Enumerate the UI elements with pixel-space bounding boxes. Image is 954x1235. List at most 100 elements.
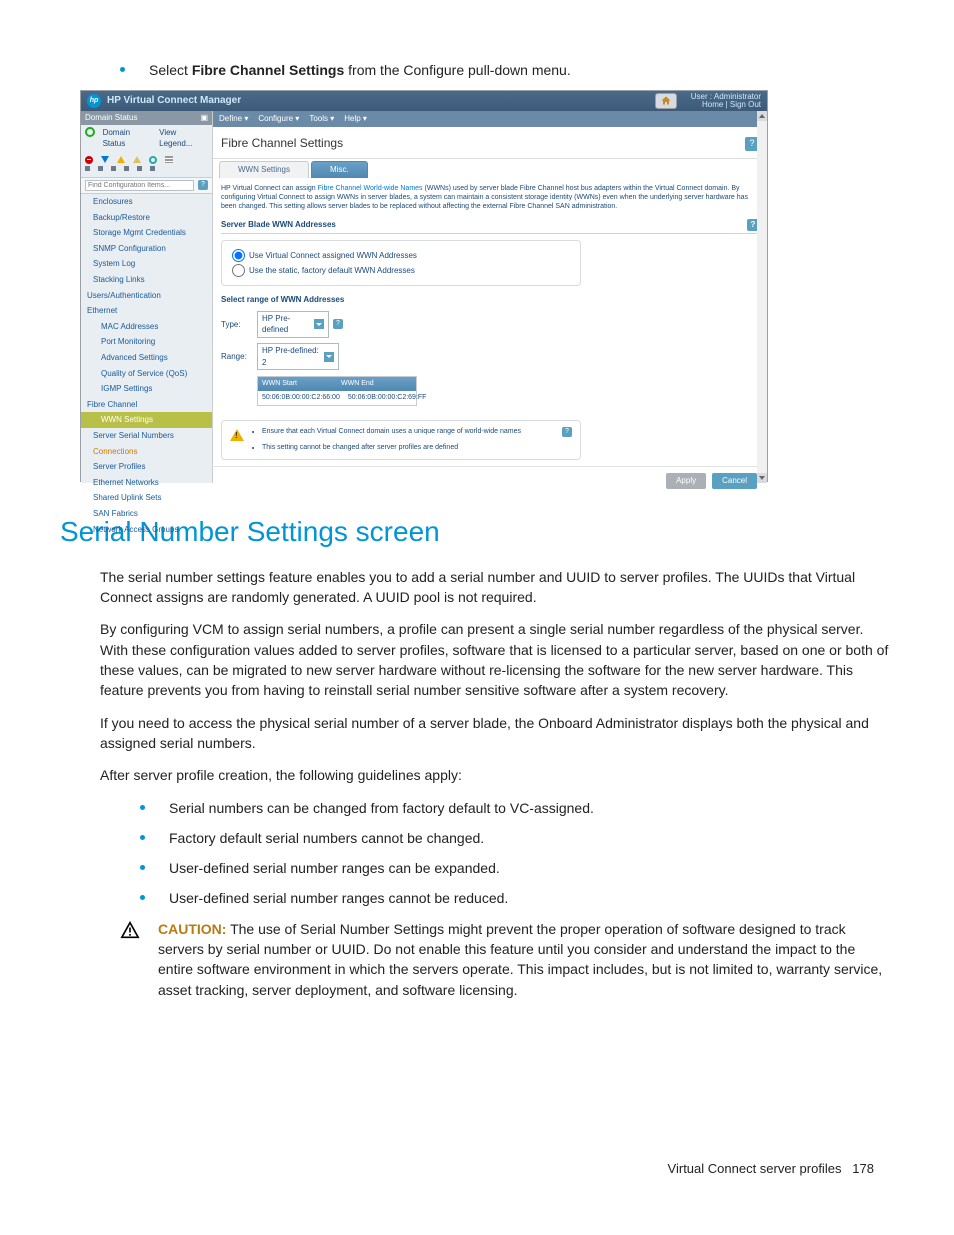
bullet-text: User-defined serial number ranges can be… <box>169 858 894 878</box>
range-select[interactable]: HP Pre-defined: 2 <box>257 343 339 370</box>
paragraph: After server profile creation, the follo… <box>100 765 894 785</box>
bullet-dot-icon <box>120 67 125 72</box>
radio-vc-assigned[interactable] <box>232 249 245 262</box>
type-value: HP Pre-defined <box>262 313 314 336</box>
domain-status-link[interactable]: Domain Status <box>103 127 152 150</box>
paragraph: If you need to access the physical seria… <box>100 713 894 754</box>
count-box <box>124 166 129 171</box>
domain-status-label: Domain Status <box>85 112 137 124</box>
footer-page: 178 <box>852 1161 874 1176</box>
sidebar-item-uplink[interactable]: Shared Uplink Sets <box>81 490 212 506</box>
wwn-table: WWN Start WWN End 50:06:0B:00:00:C2:66:0… <box>257 376 417 406</box>
radio-label-vc: Use Virtual Connect assigned WWN Address… <box>249 250 417 262</box>
sidebar-item-enclosures[interactable]: Enclosures <box>81 194 212 210</box>
sidebar-item-portmon[interactable]: Port Monitoring <box>81 334 212 350</box>
radio-label-factory: Use the static, factory default WWN Addr… <box>249 265 415 277</box>
count-box <box>137 166 142 171</box>
status-error-icon <box>85 156 93 164</box>
bullet-dot-icon <box>140 895 145 900</box>
sidebar-item-san[interactable]: SAN Fabrics <box>81 506 212 522</box>
cell-wwn-end: 50:06:0B:00:00:C2:69:FF <box>344 391 431 405</box>
sidebar-item-profiles[interactable]: Server Profiles <box>81 459 212 475</box>
tab-wwn-settings[interactable]: WWN Settings <box>219 161 309 178</box>
count-box <box>85 166 90 171</box>
notice-item: This setting cannot be changed after ser… <box>262 443 552 453</box>
status-excl-icon <box>117 156 125 163</box>
sidebar-item-backup[interactable]: Backup/Restore <box>81 210 212 226</box>
bullet-dot-icon <box>140 835 145 840</box>
sidebar-item-storage[interactable]: Storage Mgmt Credentials <box>81 225 212 241</box>
sidebar-item-users[interactable]: Users/Authentication <box>81 288 212 304</box>
sidebar-item-qos[interactable]: Quality of Service (QoS) <box>81 366 212 382</box>
scroll-down-icon[interactable] <box>757 473 767 483</box>
sidebar-item-wwn[interactable]: WWN Settings <box>81 412 212 428</box>
tab-misc[interactable]: Misc. <box>311 161 368 178</box>
cell-wwn-start: 50:06:0B:00:00:C2:66:00 <box>258 391 344 405</box>
notice-box: Ensure that each Virtual Connect domain … <box>221 420 581 460</box>
sidebar-item-mac[interactable]: MAC Addresses <box>81 319 212 335</box>
caution-text: CAUTION: The use of Serial Number Settin… <box>158 919 894 1000</box>
search-help-icon[interactable]: ? <box>198 180 208 190</box>
notice-item: Ensure that each Virtual Connect domain … <box>262 427 552 437</box>
sidebar-item-fc[interactable]: Fibre Channel <box>81 397 212 413</box>
menu-tools[interactable]: Tools ▾ <box>309 113 334 125</box>
notice-info-icon[interactable]: ? <box>562 427 572 437</box>
home-icon[interactable] <box>655 93 677 109</box>
col-wwn-end: WWN End <box>337 377 416 391</box>
sidebar-item-snmp[interactable]: SNMP Configuration <box>81 241 212 257</box>
range-value: HP Pre-defined: 2 <box>262 345 324 368</box>
description-text: HP Virtual Connect can assign Fibre Chan… <box>221 184 759 211</box>
embedded-screenshot: hp HP Virtual Connect Manager User : Adm… <box>80 90 768 482</box>
label-type: Type: <box>221 319 257 331</box>
bullet-item: User-defined serial number ranges can be… <box>120 858 894 878</box>
desc-link[interactable]: Fibre Channel World-wide Names <box>318 185 423 192</box>
status-icon-grid <box>81 152 212 177</box>
intro-bold: Fibre Channel Settings <box>192 62 344 78</box>
menu-help[interactable]: Help ▾ <box>344 113 367 125</box>
bullet-text: Factory default serial numbers cannot be… <box>169 828 894 848</box>
status-bars-icon <box>165 156 173 163</box>
hp-logo-icon: hp <box>87 94 101 108</box>
type-info-icon[interactable]: ? <box>333 319 343 329</box>
sidebar-item-ethnet[interactable]: Ethernet Networks <box>81 475 212 491</box>
sidebar-item-connections[interactable]: Connections <box>81 444 212 460</box>
count-box <box>150 166 155 171</box>
cancel-button[interactable]: Cancel <box>712 473 757 489</box>
apply-button[interactable]: Apply <box>666 473 706 489</box>
view-legend-link[interactable]: View Legend... <box>159 127 208 150</box>
type-select[interactable]: HP Pre-defined <box>257 311 329 338</box>
sidebar-item-syslog[interactable]: System Log <box>81 256 212 272</box>
collapse-icon[interactable]: ▣ <box>200 112 208 124</box>
sidebar-item-adv[interactable]: Advanced Settings <box>81 350 212 366</box>
bullet-dot-icon <box>140 805 145 810</box>
bullet-text: User-defined serial number ranges cannot… <box>169 888 894 908</box>
domain-status-header: Domain Status ▣ <box>81 111 212 125</box>
page-footer: Virtual Connect server profiles 178 <box>60 1160 894 1179</box>
intro-post: from the Configure pull-down menu. <box>344 62 570 78</box>
intro-text: Select Fibre Channel Settings from the C… <box>149 60 894 80</box>
sidebar-item-nag[interactable]: Network Access Groups <box>81 522 212 538</box>
find-input[interactable] <box>85 180 194 191</box>
desc-pre: HP Virtual Connect can assign <box>221 185 318 192</box>
home-signout-link[interactable]: Home | Sign Out <box>691 101 761 110</box>
status-ring-icon <box>149 156 157 164</box>
sidebar-item-serial[interactable]: Server Serial Numbers <box>81 428 212 444</box>
bullet-item: Factory default serial numbers cannot be… <box>120 828 894 848</box>
menu-configure[interactable]: Configure ▾ <box>258 113 299 125</box>
sidebar-item-igmp[interactable]: IGMP Settings <box>81 381 212 397</box>
count-box <box>111 166 116 171</box>
sidebar-item-stacking[interactable]: Stacking Links <box>81 272 212 288</box>
sidebar-item-ethernet[interactable]: Ethernet <box>81 303 212 319</box>
paragraph: The serial number settings feature enabl… <box>100 567 894 608</box>
count-box <box>98 166 103 171</box>
paragraph: By configuring VCM to assign serial numb… <box>100 619 894 700</box>
warning-icon <box>230 429 244 441</box>
menu-define[interactable]: Define ▾ <box>219 113 248 125</box>
chevron-down-icon <box>324 352 334 362</box>
menubar: Define ▾ Configure ▾ Tools ▾ Help ▾ <box>213 111 767 127</box>
bullet-dot-icon <box>140 865 145 870</box>
caution-icon <box>120 921 140 944</box>
scroll-up-icon[interactable] <box>757 111 767 121</box>
radio-factory-default[interactable] <box>232 264 245 277</box>
main-scrollbar[interactable] <box>757 111 767 483</box>
